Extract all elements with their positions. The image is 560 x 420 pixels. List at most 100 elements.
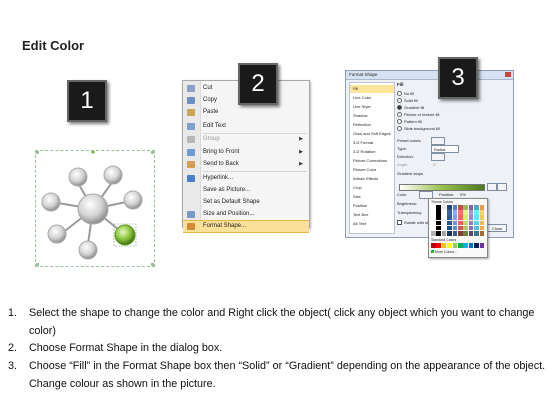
standard-color-swatch[interactable] [458,243,463,248]
theme-color-swatch[interactable] [468,205,474,210]
standard-color-swatch[interactable] [441,243,447,248]
fill-option-radio[interactable]: Pattern fill [397,119,422,125]
category-item[interactable]: Text Box [350,211,394,219]
theme-color-swatch[interactable] [463,215,468,220]
theme-color-swatch[interactable] [479,210,485,215]
theme-color-swatch[interactable] [431,205,436,210]
theme-color-swatch[interactable] [441,210,447,215]
theme-color-swatch[interactable] [441,220,447,226]
menu-item-edit-text[interactable]: Edit Text [183,121,309,132]
standard-color-swatch[interactable] [463,243,468,248]
close-button[interactable]: Close [487,224,507,232]
category-item[interactable]: 3-D Rotation [350,148,394,156]
theme-color-swatch[interactable] [458,220,463,226]
theme-color-swatch[interactable] [452,231,458,236]
theme-color-swatch[interactable] [474,215,479,220]
preset-colors-button[interactable] [431,137,445,145]
theme-color-swatch[interactable] [479,225,485,231]
fill-option-radio[interactable]: Slide background fill [397,126,440,132]
theme-color-swatch[interactable] [447,225,452,231]
theme-color-swatch[interactable] [458,231,463,236]
theme-color-swatch[interactable] [463,210,468,215]
theme-color-swatch[interactable] [474,220,479,226]
category-item[interactable]: Artistic Effects [350,175,394,183]
theme-color-swatch[interactable] [441,215,447,220]
category-item[interactable]: Glow and Soft Edges [350,130,394,138]
fill-option-radio[interactable]: No fill [397,91,414,97]
menu-item-send-to-back[interactable]: Send to Back ▶ [183,159,309,170]
theme-color-swatch[interactable] [447,205,452,210]
theme-color-swatch[interactable] [458,225,463,231]
theme-color-swatch[interactable] [463,220,468,226]
theme-color-swatch[interactable] [474,210,479,215]
shape-cluster-panel[interactable] [35,150,155,267]
theme-color-swatch[interactable] [452,225,458,231]
theme-color-swatch[interactable] [452,220,458,226]
theme-color-swatch[interactable] [468,220,474,226]
add-stop-button[interactable] [487,183,497,191]
theme-color-swatch[interactable] [468,210,474,215]
theme-color-swatch[interactable] [463,205,468,210]
position-value[interactable]: 0% [460,192,466,197]
theme-color-swatch[interactable] [479,231,485,236]
theme-color-swatch[interactable] [447,215,452,220]
category-item[interactable]: Position [350,202,394,210]
category-item[interactable]: Shadow [350,112,394,120]
category-item[interactable]: Size [350,193,394,201]
standard-color-swatch[interactable] [479,243,485,248]
theme-color-swatch[interactable] [436,220,441,226]
theme-color-swatch[interactable] [431,225,436,231]
theme-color-swatch[interactable] [479,205,485,210]
theme-color-swatch[interactable] [458,210,463,215]
standard-color-swatch[interactable] [431,243,436,248]
menu-item-save-as-picture[interactable]: Save as Picture... [183,185,309,196]
theme-color-swatch[interactable] [474,231,479,236]
theme-color-swatch[interactable] [479,215,485,220]
category-item[interactable]: Fill [350,85,394,93]
category-item[interactable]: Line Style [350,103,394,111]
theme-color-swatch[interactable] [452,205,458,210]
theme-color-swatch[interactable] [436,215,441,220]
theme-color-swatch[interactable] [447,231,452,236]
theme-color-swatch[interactable] [447,210,452,215]
theme-color-swatch[interactable] [436,205,441,210]
category-item[interactable]: Alt Text [350,220,394,228]
standard-color-swatch[interactable] [468,243,474,248]
category-item[interactable]: Crop [350,184,394,192]
theme-color-swatch[interactable] [452,215,458,220]
menu-item-hyperlink[interactable]: Hyperlink... [183,173,309,184]
theme-color-swatch[interactable] [468,231,474,236]
theme-color-swatch[interactable] [447,220,452,226]
category-item[interactable]: Picture Corrections [350,157,394,165]
direction-button[interactable] [431,153,445,161]
remove-stop-button[interactable] [497,183,507,191]
theme-color-swatch[interactable] [441,231,447,236]
menu-item-group[interactable]: Group ▶ [183,134,309,145]
theme-color-swatch[interactable] [436,210,441,215]
theme-color-swatch[interactable] [441,205,447,210]
standard-color-swatch[interactable] [452,243,458,248]
theme-color-swatch[interactable] [431,220,436,226]
theme-color-swatch[interactable] [436,225,441,231]
menu-item-paste[interactable]: Paste [183,107,309,118]
menu-item-size-and-position[interactable]: Size and Position... [183,209,309,220]
theme-color-swatch[interactable] [463,225,468,231]
category-item[interactable]: 3-D Format [350,139,394,147]
theme-color-swatch[interactable] [463,231,468,236]
fill-option-radio[interactable]: Picture or texture fill [397,112,439,118]
theme-color-swatch[interactable] [468,225,474,231]
theme-color-swatch[interactable] [458,215,463,220]
more-colors-link[interactable]: More Colors... [431,250,457,254]
theme-color-swatch[interactable] [458,205,463,210]
close-icon[interactable] [505,72,511,77]
theme-color-swatch[interactable] [431,231,436,236]
category-item[interactable]: Line Color [350,94,394,102]
theme-color-swatch[interactable] [474,205,479,210]
theme-color-swatch[interactable] [431,215,436,220]
category-item[interactable]: Reflection [350,121,394,129]
standard-color-swatch[interactable] [474,243,479,248]
angle-value[interactable]: 0° [433,162,437,167]
menu-item-format-shape[interactable]: Format Shape... [183,220,309,233]
fill-option-radio[interactable]: Gradient fill [397,105,424,111]
theme-color-swatch[interactable] [468,215,474,220]
